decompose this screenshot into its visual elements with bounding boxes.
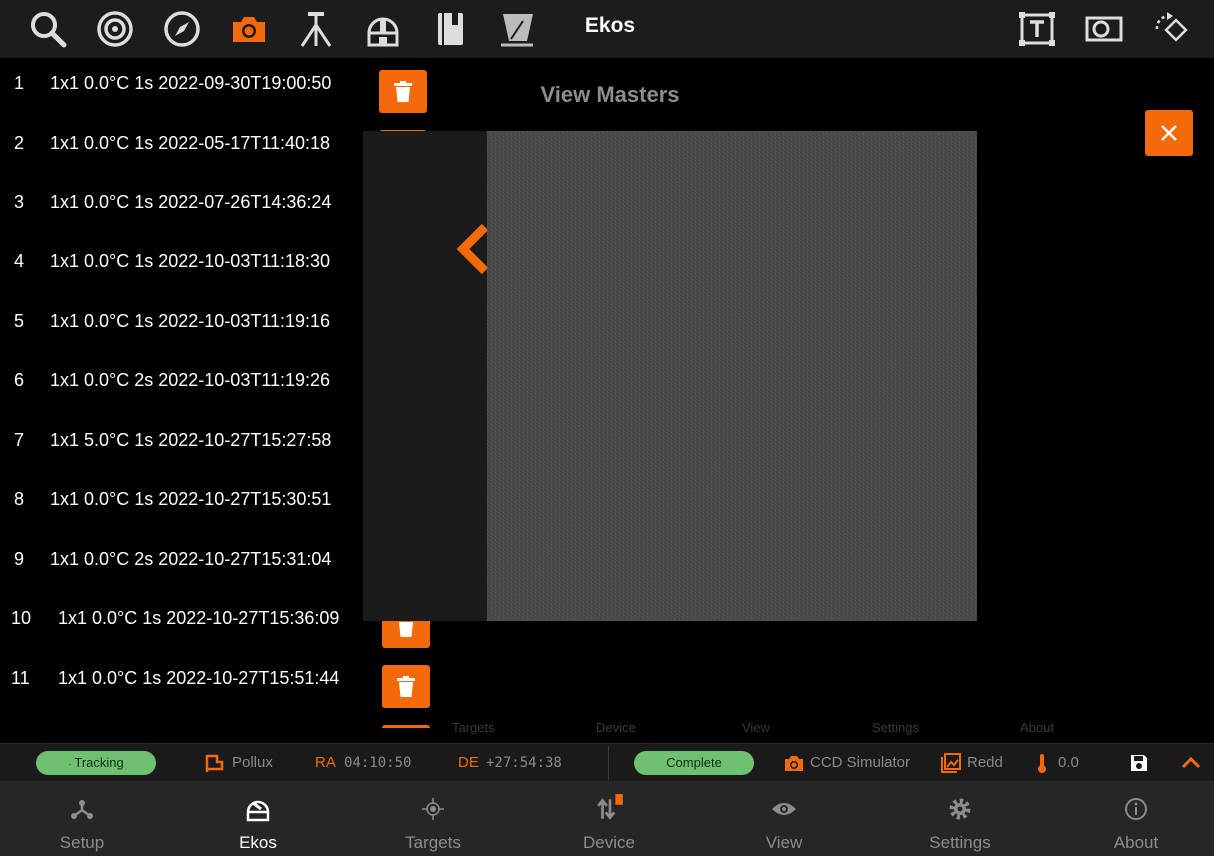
row-description[interactable]: 1x1 0.0°C 2s 2022-10-03T11:19:26 — [50, 370, 330, 391]
bottom-navigation: Setup Ekos Targets Device View Settings … — [0, 781, 1214, 856]
row-index: 10 — [11, 608, 32, 628]
target-icon[interactable] — [95, 9, 135, 49]
nav-label: Targets — [405, 833, 461, 852]
targets-icon — [422, 798, 444, 820]
row-index: 5 — [14, 311, 25, 331]
ra-value: 04:10:50 — [344, 755, 412, 771]
eye-icon — [772, 803, 796, 815]
ghost-tab-label: View — [742, 720, 770, 735]
row-description[interactable]: 1x1 0.0°C 1s 2022-09-30T19:00:50 — [50, 73, 331, 94]
nav-tab-device[interactable]: Device — [529, 781, 689, 856]
info-icon — [1125, 798, 1147, 820]
view-masters-title: View Masters — [540, 82, 680, 107]
background-tab-labels: Targets Device View Settings About — [430, 718, 1100, 740]
nav-tab-settings[interactable]: Settings — [880, 781, 1040, 856]
row-index: 4 — [14, 251, 25, 271]
nav-tab-about[interactable]: About — [1056, 781, 1214, 856]
row-description[interactable]: 1x1 0.0°C 1s 2022-10-27T15:51:44 — [58, 668, 339, 689]
de-label: DE — [458, 754, 479, 771]
trash-icon — [394, 81, 412, 102]
row-index: 9 — [14, 549, 25, 569]
filter-image-icon — [940, 752, 962, 774]
row-index: 7 — [14, 430, 25, 450]
target-name: Pollux — [232, 754, 273, 771]
save-icon[interactable] — [1128, 752, 1150, 774]
target-flag-icon — [203, 752, 225, 774]
master-frame-image — [487, 131, 977, 621]
row-description[interactable]: 1x1 0.0°C 2s 2022-10-27T15:31:04 — [50, 549, 331, 570]
nav-tab-setup[interactable]: Setup — [2, 781, 162, 856]
ghost-tab-label: About — [1020, 720, 1054, 735]
row-index: 2 — [14, 133, 25, 153]
ghost-tab-label: Settings — [872, 720, 919, 735]
list-item-partial — [0, 713, 440, 728]
scope-icon[interactable] — [497, 9, 537, 49]
row-description[interactable]: 1x1 0.0°C 1s 2022-07-26T14:36:24 — [50, 192, 331, 213]
row-description[interactable]: 1x1 5.0°C 1s 2022-10-27T15:27:58 — [50, 430, 331, 451]
row-index: 11 — [11, 668, 30, 688]
ra-label: RA — [315, 754, 336, 771]
camera-icon[interactable] — [229, 9, 269, 49]
text-frame-icon[interactable] — [1017, 9, 1057, 49]
nav-tab-targets[interactable]: Targets — [353, 781, 513, 856]
row-description[interactable]: 1x1 0.0°C 1s 2022-10-03T11:19:16 — [50, 311, 330, 332]
ghost-tab-label: Targets — [452, 720, 495, 735]
top-toolbar: Ekos — [0, 0, 1214, 58]
app-title: Ekos — [584, 14, 636, 37]
ghost-tab-label: Device — [596, 720, 636, 735]
nav-tab-ekos[interactable]: Ekos — [178, 781, 338, 856]
camera-status-icon — [783, 752, 805, 774]
row-description[interactable]: 1x1 0.0°C 1s 2022-10-27T15:36:09 — [58, 608, 339, 629]
close-icon — [1161, 125, 1177, 141]
gear-icon — [949, 798, 971, 820]
notebook-icon[interactable] — [430, 9, 470, 49]
nav-label: About — [1113, 833, 1159, 852]
close-button[interactable] — [1145, 110, 1193, 156]
de-value: +27:54:38 — [486, 755, 562, 771]
temperature-value: 0.0 — [1058, 754, 1079, 771]
observatory-dome-icon[interactable] — [363, 9, 403, 49]
delete-button[interactable] — [382, 665, 430, 708]
row-index: 3 — [14, 192, 25, 212]
trash-icon — [397, 676, 415, 697]
status-bar: · Tracking Pollux RA 04:10:50 DE +27:54:… — [0, 743, 1214, 782]
chevron-up-icon[interactable] — [1180, 752, 1202, 774]
nav-label: View — [765, 833, 803, 852]
thermometer-icon — [1031, 752, 1053, 774]
tripod-icon[interactable] — [296, 9, 336, 49]
row-index: 6 — [14, 370, 25, 390]
nav-label: Settings — [929, 833, 991, 852]
device-icon — [597, 794, 623, 820]
delete-button[interactable] — [382, 725, 430, 728]
nav-label: Device — [583, 833, 635, 852]
search-icon[interactable] — [28, 9, 68, 49]
frame-icon[interactable] — [1084, 9, 1124, 49]
camera-name: CCD Simulator — [810, 754, 911, 771]
list-item: 11 1x1 0.0°C 1s 2022-10-27T15:51:44 — [0, 653, 440, 713]
ekos-dome-icon — [246, 800, 270, 822]
nav-label: Ekos — [239, 833, 277, 852]
delete-button[interactable] — [379, 70, 427, 113]
tracking-label: Tracking — [74, 755, 124, 770]
row-description[interactable]: 1x1 0.0°C 1s 2022-05-17T11:40:18 — [50, 133, 330, 154]
row-index: 1 — [14, 73, 25, 93]
rotate-icon[interactable] — [1151, 9, 1191, 49]
row-description[interactable]: 1x1 0.0°C 1s 2022-10-27T15:30:51 — [50, 489, 331, 510]
row-index: 8 — [14, 489, 25, 509]
filter-name: Redd — [967, 754, 1003, 771]
status-divider — [608, 746, 609, 780]
row-description[interactable]: 1x1 0.0°C 1s 2022-10-03T11:18:30 — [50, 251, 330, 272]
nav-label: Setup — [59, 833, 105, 852]
master-preview-panel — [363, 131, 977, 621]
compass-icon[interactable] — [162, 9, 202, 49]
capture-status-badge[interactable]: Complete — [634, 751, 754, 775]
tracking-status-badge[interactable]: · Tracking — [36, 751, 156, 775]
nav-tab-view[interactable]: View — [704, 781, 864, 856]
list-item: 1 1x1 0.0°C 1s 2022-09-30T19:00:50 — [0, 58, 440, 118]
setup-icon — [71, 800, 93, 819]
